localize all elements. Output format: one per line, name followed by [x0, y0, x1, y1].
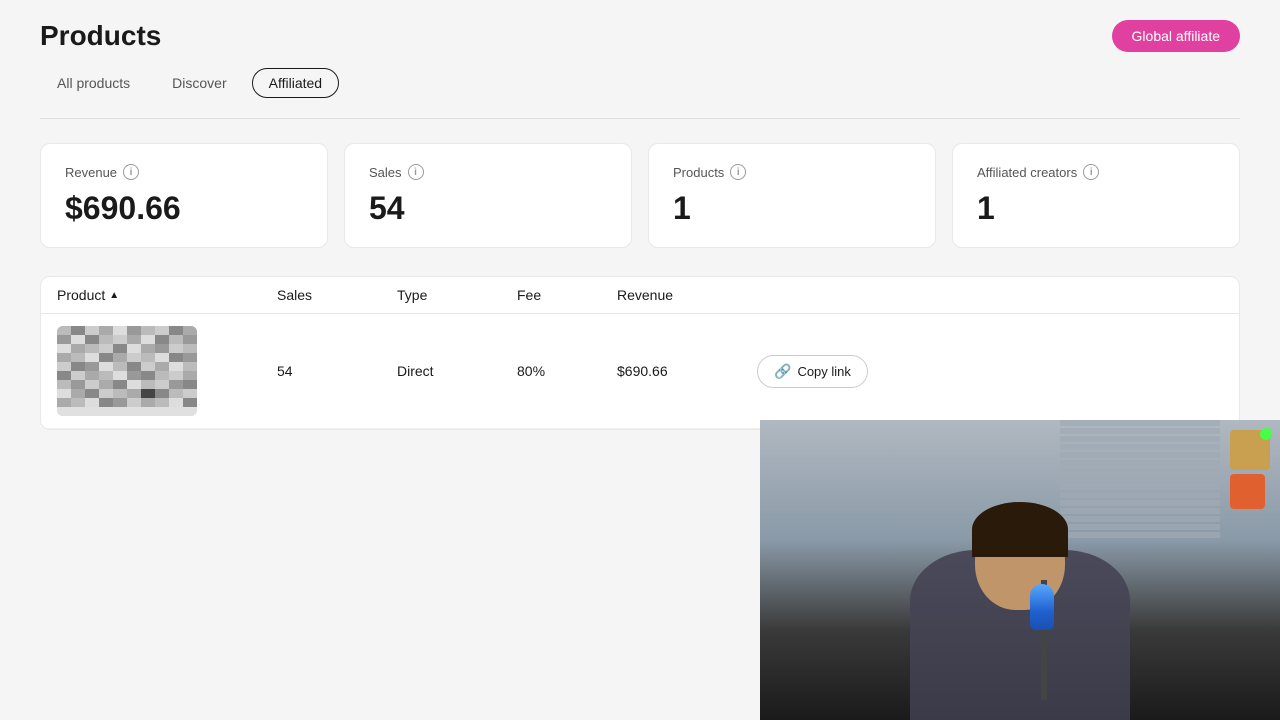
products-info-icon[interactable]: i — [730, 164, 746, 180]
row-actions: 🔗 Copy link — [757, 355, 1223, 388]
products-label: Products i — [673, 164, 911, 180]
webcam-background — [760, 420, 1280, 720]
col-header-revenue: Revenue — [617, 287, 757, 303]
revenue-value: $690.66 — [65, 190, 303, 227]
affiliated-creators-label: Affiliated creators i — [977, 164, 1215, 180]
link-icon: 🔗 — [774, 363, 791, 380]
col-header-actions — [757, 287, 1223, 303]
global-affiliate-button[interactable]: Global affiliate — [1112, 20, 1240, 52]
webcam-overlay — [760, 420, 1280, 720]
affiliated-creators-info-icon[interactable]: i — [1083, 164, 1099, 180]
table-row: 54 Direct 80% $690.66 🔗 Copy link — [41, 314, 1239, 429]
sales-label: Sales i — [369, 164, 607, 180]
copy-link-button[interactable]: 🔗 Copy link — [757, 355, 868, 388]
products-value: 1 — [673, 190, 911, 227]
col-header-type: Type — [397, 287, 517, 303]
row-fee: 80% — [517, 363, 617, 379]
microphone — [1030, 584, 1054, 630]
revenue-label: Revenue i — [65, 164, 303, 180]
sort-arrow-icon: ▲ — [109, 290, 119, 301]
products-table: Product ▲ Sales Type Fee Revenue — [40, 276, 1240, 430]
page-header: Products Global affiliate — [40, 20, 1240, 52]
sales-card: Sales i 54 — [344, 143, 632, 248]
affiliated-creators-value: 1 — [977, 190, 1215, 227]
section-divider — [40, 118, 1240, 119]
shelf-decoration — [1230, 430, 1270, 509]
copy-link-label: Copy link — [797, 364, 850, 379]
affiliated-creators-card: Affiliated creators i 1 — [952, 143, 1240, 248]
revenue-info-icon[interactable]: i — [123, 164, 139, 180]
person-hair — [972, 502, 1068, 557]
row-type: Direct — [397, 363, 517, 379]
col-header-fee: Fee — [517, 287, 617, 303]
shelf-item-2 — [1230, 474, 1265, 509]
table-header: Product ▲ Sales Type Fee Revenue — [41, 277, 1239, 314]
tab-all-products[interactable]: All products — [40, 68, 147, 98]
col-header-product[interactable]: Product ▲ — [57, 287, 277, 303]
row-sales: 54 — [277, 363, 397, 379]
product-image — [57, 326, 197, 416]
tab-affiliated[interactable]: Affiliated — [252, 68, 339, 98]
revenue-card: Revenue i $690.66 — [40, 143, 328, 248]
person-figure — [880, 500, 1160, 720]
products-card: Products i 1 — [648, 143, 936, 248]
product-thumbnail-cell — [57, 326, 277, 416]
col-header-sales: Sales — [277, 287, 397, 303]
sales-info-icon[interactable]: i — [408, 164, 424, 180]
tab-discover[interactable]: Discover — [155, 68, 243, 98]
sales-value: 54 — [369, 190, 607, 227]
green-indicator-light — [1260, 428, 1272, 440]
stats-row: Revenue i $690.66 Sales i 54 Products i … — [40, 143, 1240, 248]
page-title: Products — [40, 20, 161, 52]
row-revenue: $690.66 — [617, 363, 757, 379]
tabs-nav: All products Discover Affiliated — [40, 68, 1240, 98]
